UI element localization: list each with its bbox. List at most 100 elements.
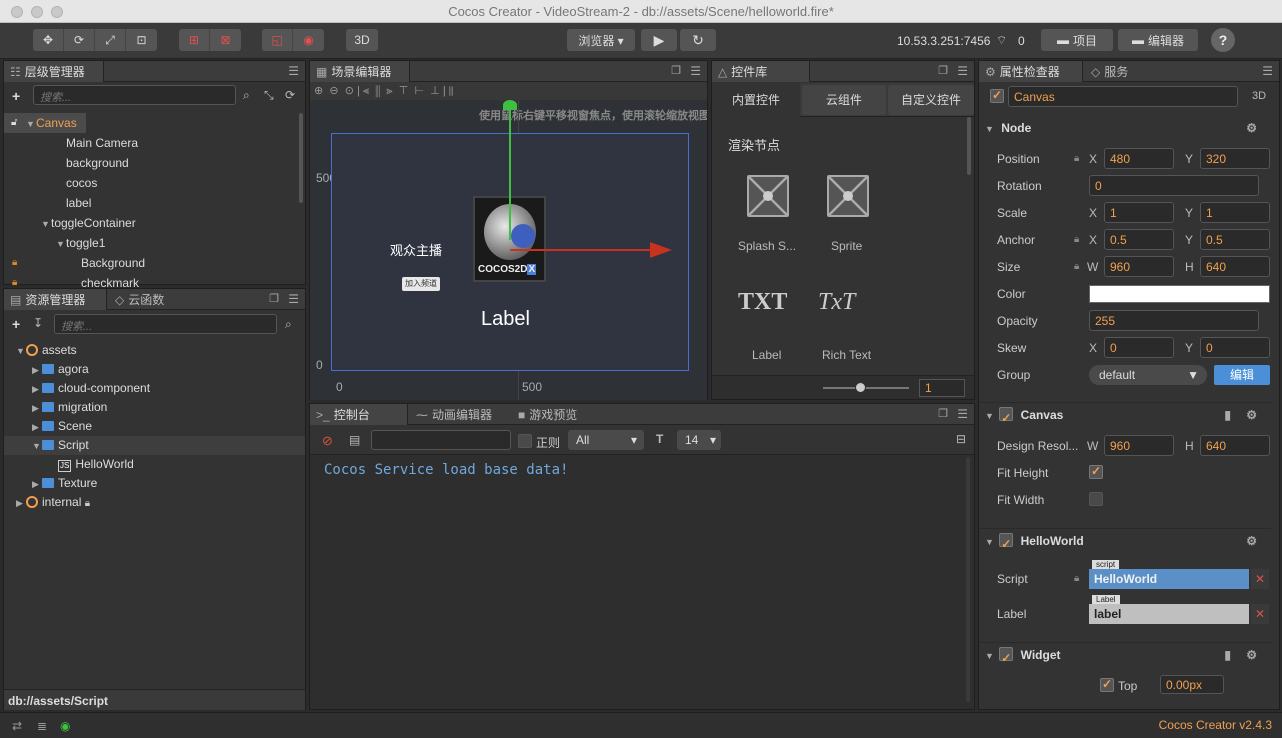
lock-open-icon[interactable]: 🔓︎ xyxy=(11,113,17,133)
zoom-slider-thumb[interactable] xyxy=(855,382,866,393)
assets-search-input[interactable]: 搜索... xyxy=(54,314,277,334)
project-button[interactable]: ▬ 项目 xyxy=(1041,29,1113,51)
gizmo-y-axis[interactable] xyxy=(509,104,511,240)
caret-right-icon[interactable]: ▶ xyxy=(32,475,42,494)
canvas-section-header[interactable]: ▼ Canvas ▮ ⚙ xyxy=(979,402,1271,430)
caret-down-icon[interactable]: ▼ xyxy=(26,114,36,134)
tab-inspector[interactable]: ⚙ 属性检查器 xyxy=(979,61,1083,82)
gear-icon[interactable]: ⚙ xyxy=(1246,116,1257,140)
scene-label[interactable]: Label xyxy=(481,308,530,331)
caret-right-icon[interactable]: ▶ xyxy=(32,380,42,399)
design-height-input[interactable]: 640 xyxy=(1200,435,1270,456)
align-middle-icon[interactable]: ⊢ xyxy=(414,85,424,97)
canvas-enabled-checkbox[interactable] xyxy=(999,406,1014,430)
lock-icon[interactable]: 🔒︎ xyxy=(1074,153,1079,164)
zoom-in-icon[interactable]: ⊕ xyxy=(314,85,323,97)
opacity-input[interactable]: 255 xyxy=(1089,310,1259,331)
tab-widgets[interactable]: △ 控件库 xyxy=(712,61,810,82)
maximize-icon[interactable]: ❐ xyxy=(269,292,279,305)
tab-game-preview[interactable]: ■ 游戏预览 xyxy=(512,404,602,425)
scale-x-input[interactable]: 1 xyxy=(1104,202,1174,223)
gizmo-y-handle[interactable] xyxy=(503,100,517,110)
sync-icon[interactable]: ⇄ xyxy=(12,719,22,733)
fit-width-checkbox[interactable] xyxy=(1089,492,1103,506)
maximize-icon[interactable]: ❐ xyxy=(671,64,681,77)
rotation-input[interactable]: 0 xyxy=(1089,175,1259,196)
asset-item[interactable]: ▼ assets xyxy=(4,341,305,360)
snap-rect-icon[interactable]: ◱ xyxy=(262,29,293,51)
group-select[interactable]: default ▼ xyxy=(1089,365,1207,385)
node-active-checkbox[interactable] xyxy=(990,88,1004,103)
tab-scene[interactable]: ▦ 场景编辑器 xyxy=(310,61,410,82)
hierarchy-node[interactable]: cocos xyxy=(4,173,294,193)
console-filter-input[interactable] xyxy=(371,430,511,450)
docs-icon[interactable]: ▮ xyxy=(1224,403,1231,427)
add-asset-icon[interactable]: + xyxy=(12,316,20,332)
clear-script-icon[interactable]: ✕ xyxy=(1251,569,1269,589)
view-3d-button[interactable]: 3D xyxy=(346,29,378,51)
log-level-select[interactable]: All ▾ xyxy=(568,430,644,450)
asset-item[interactable]: ▶ Texture xyxy=(4,474,305,493)
widgets-scrollbar[interactable] xyxy=(967,117,971,175)
caret-down-icon[interactable]: ▼ xyxy=(56,234,66,254)
zoom-reset-icon[interactable]: ⊙ xyxy=(345,85,354,97)
play-button[interactable]: ▶ xyxy=(641,29,677,51)
hierarchy-search-input[interactable]: 搜索... xyxy=(33,85,236,105)
zoom-value-input[interactable]: 1 xyxy=(919,379,965,397)
position-y-input[interactable]: 320 xyxy=(1200,148,1270,169)
top-offset-input[interactable]: 0.00px xyxy=(1160,675,1224,694)
asset-item[interactable]: ▶ agora xyxy=(4,360,305,379)
hierarchy-node[interactable]: 🔓︎ ▼Canvas xyxy=(4,113,86,133)
caret-right-icon[interactable]: ▶ xyxy=(32,399,42,418)
lock-icon[interactable]: 🔒︎ xyxy=(12,253,17,273)
size-h-input[interactable]: 640 xyxy=(1200,256,1270,277)
anchor-text[interactable]: 观众主播 xyxy=(390,240,442,259)
eye-icon[interactable]: ◉ xyxy=(60,719,70,733)
asset-item[interactable]: JS HelloWorld xyxy=(4,455,305,474)
console-log-area[interactable]: Cocos Service load base data! xyxy=(310,454,974,709)
gear-icon[interactable]: ⚙ xyxy=(1246,643,1257,667)
add-node-icon[interactable]: + xyxy=(12,88,20,104)
hierarchy-node[interactable]: ▼toggleContainer xyxy=(4,213,294,233)
align-right-icon[interactable]: ⫸ xyxy=(386,85,392,97)
asset-item[interactable]: ▼ Script xyxy=(4,436,305,455)
search-icon[interactable]: ⌕ xyxy=(243,88,250,103)
gear-icon[interactable]: ⚙ xyxy=(1246,529,1257,553)
clear-label-icon[interactable]: ✕ xyxy=(1251,604,1269,624)
distribute-icon[interactable]: ⫴ xyxy=(449,85,454,97)
database-icon[interactable]: ≣ xyxy=(37,719,47,733)
subtab-builtin[interactable]: 内置控件 xyxy=(712,83,800,117)
tab-cloud-functions[interactable]: ◇ 云函数 xyxy=(109,289,189,310)
snap-world-icon[interactable]: ◉ xyxy=(293,29,324,51)
richtext-widget-icon[interactable]: TxT xyxy=(818,289,855,316)
subtab-custom[interactable]: 自定义控件 xyxy=(888,85,974,115)
zoom-out-icon[interactable]: ⊖ xyxy=(329,85,338,97)
align-left-icon[interactable]: ⫷ xyxy=(363,85,369,97)
maximize-icon[interactable]: ❐ xyxy=(938,407,948,420)
align-center-icon[interactable]: ⫼ xyxy=(375,85,380,97)
sort-icon[interactable]: ↧ xyxy=(33,316,43,330)
hierarchy-node[interactable]: background xyxy=(4,153,294,173)
widget-section-header[interactable]: ▼ Widget ▮ ⚙ xyxy=(979,642,1271,670)
hierarchy-node[interactable]: 🔒︎ Background xyxy=(4,253,294,273)
asset-item[interactable]: ▶ migration xyxy=(4,398,305,417)
gizmo-x-axis[interactable] xyxy=(510,249,654,251)
panel-menu-icon[interactable]: ☰ xyxy=(288,292,299,306)
browser-select[interactable]: 浏览器 ▾ xyxy=(567,29,635,51)
helloworld-section-header[interactable]: ▼ HelloWorld ⚙ xyxy=(979,528,1271,556)
collapse-icon[interactable]: ⤡ xyxy=(264,88,274,103)
widget-enabled-checkbox[interactable] xyxy=(999,646,1014,670)
rotate-tool-icon[interactable]: ⟳ xyxy=(64,29,95,51)
size-w-input[interactable]: 960 xyxy=(1104,256,1174,277)
splash-sprite-icon[interactable] xyxy=(747,175,789,217)
skew-x-input[interactable]: 0 xyxy=(1104,337,1174,358)
top-align-checkbox[interactable] xyxy=(1100,677,1114,692)
node-section-header[interactable]: ▼ Node ⚙ xyxy=(979,116,1271,140)
caret-right-icon[interactable]: ▶ xyxy=(32,361,42,380)
panel-menu-icon[interactable]: ☰ xyxy=(957,64,968,78)
hierarchy-node[interactable]: label xyxy=(4,193,294,213)
caret-down-icon[interactable]: ▼ xyxy=(41,214,51,234)
search-icon[interactable]: ⌕ xyxy=(285,317,292,332)
edit-group-button[interactable]: 编辑 xyxy=(1214,365,1270,385)
panel-menu-icon[interactable]: ☰ xyxy=(957,407,968,421)
